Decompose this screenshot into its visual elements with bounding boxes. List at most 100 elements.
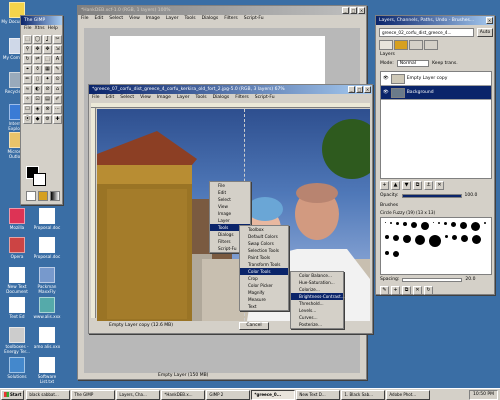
desktop-icon[interactable]: Opera [0,237,34,259]
color-picker-icon[interactable]: ⌖ [23,65,32,74]
brush-swatch[interactable] [411,222,417,228]
duplicate-layer-icon[interactable]: ⧉ [413,181,422,190]
minimize-icon[interactable]: _ [342,7,349,14]
layers-titlebar[interactable]: Layers, Channels, Paths, Undo - Brushes.… [376,16,494,25]
taskbar-button[interactable]: 1. Black Sab... [341,389,386,400]
menu-file[interactable]: File [81,15,89,23]
menu-item-hue-saturation[interactable]: Hue-Saturation... [291,279,343,286]
desktop-icon[interactable]: New Text Document [0,267,34,294]
new-brush-icon[interactable]: + [391,286,400,295]
fuzzy-select-icon[interactable]: ⚲ [23,45,32,54]
menu-image[interactable]: Image [146,15,160,23]
brush-swatch[interactable] [403,235,411,243]
eraser-icon[interactable]: ▯ [33,75,42,84]
opacity-value[interactable]: 100.0 [465,193,478,198]
brush-swatch[interactable] [445,235,448,238]
taskbar-button[interactable]: GIMP 2 [206,389,251,400]
menu-item-color-balance[interactable]: Color Balance... [291,272,343,279]
menu-item-selection-tools[interactable]: Selection Tools [240,247,288,254]
back-window-titlebar[interactable]: *HankDEB.xcf-1.0 (RGB, 1 layers) 100% _ □… [78,6,366,15]
taskbar-button[interactable]: New Text D... [296,389,341,400]
brush-swatch[interactable] [403,222,407,226]
menu-file[interactable]: File [24,25,32,33]
fuzzy-icon[interactable]: ◆ [33,115,42,124]
layers-dialog[interactable]: Layers, Channels, Paths, Undo - Brushes.… [375,15,495,295]
brush-swatch[interactable] [471,222,480,231]
menu-filters[interactable]: Filters [235,94,249,102]
menu-layer[interactable]: Layer [166,15,179,23]
brush-swatch[interactable] [444,222,447,225]
brush-swatch[interactable] [484,222,486,224]
rotate-icon[interactable]: ↻ [23,55,32,64]
tab-layers-icon[interactable] [379,40,393,50]
measure-icon[interactable]: ⊡ [33,95,42,104]
desktop-icon[interactable]: www.alis.xxx [30,297,64,319]
menu-item-colorize[interactable]: Colorize... [291,286,343,293]
crop-icon[interactable]: ✥ [43,45,52,54]
menu-item-toolbox[interactable]: Toolbox [240,226,288,233]
menu-item-paint-tools[interactable]: Paint Tools [240,254,288,261]
scale-icon[interactable]: ⇲ [53,45,62,54]
menu-item-text[interactable]: Text [240,303,288,310]
desktop-icon[interactable]: Software List.txt [30,357,64,384]
duplicate-brush-icon[interactable]: ⧉ [402,286,411,295]
menu-item-view[interactable]: View [210,203,250,210]
brush-swatch[interactable] [452,235,457,240]
taskbar-button[interactable]: Layers, Cha... [116,389,161,400]
path-icon[interactable]: ✧ [23,95,32,104]
ellipse-select-icon[interactable]: ◯ [33,35,42,44]
delete-brush-icon[interactable]: ✕ [413,286,422,295]
pattern-indicator[interactable] [38,191,48,201]
keep-trans-checkbox[interactable]: Keep trans. [432,61,458,66]
new-layer-icon[interactable]: + [380,181,389,190]
start-button[interactable]: Start [1,389,25,400]
plus-icon[interactable]: ✚ [53,115,62,124]
brush-swatch[interactable] [393,251,399,257]
desktop-icon[interactable]: Mozilla [0,208,34,230]
refresh-brush-icon[interactable]: ↻ [424,286,433,295]
desktop-icon[interactable]: toolboxes - Energy Ter... [0,327,34,354]
menu-script-fu[interactable]: Script-Fu [255,94,275,102]
gear-icon[interactable]: ⚙ [43,115,52,124]
mode-select[interactable]: Normal [396,60,430,67]
raise-layer-icon[interactable]: ▲ [391,181,400,190]
pencil-icon[interactable]: ✎ [53,65,62,74]
spacing-slider[interactable] [402,278,463,282]
spacing-value[interactable]: 20.0 [465,277,475,282]
brush-swatch[interactable] [472,235,481,244]
menu-item-layer[interactable]: Layer [210,217,250,224]
brush-swatch[interactable] [393,235,399,241]
menu-xtns[interactable]: Xtns [35,25,45,33]
dodge-icon[interactable]: ⊘ [43,85,52,94]
auto-button[interactable]: Auto [477,28,493,37]
brush-swatch[interactable] [385,251,389,255]
taskbar-button[interactable]: Adobe Phot... [386,389,431,400]
brush-indicator[interactable] [26,191,36,201]
clone-icon[interactable]: ≈ [23,85,32,94]
eye-icon[interactable]: 👁 [383,90,389,95]
delete-layer-icon[interactable]: ✕ [435,181,444,190]
bucket-fill-icon[interactable]: ⚱ [33,65,42,74]
menu-item-curves[interactable]: Curves... [291,314,343,321]
brush-swatch[interactable] [396,222,399,225]
close-icon[interactable]: × [486,17,493,24]
taskbar-button[interactable]: The GIMP [71,389,116,400]
brush-swatch[interactable] [421,222,429,230]
tab-paths-icon[interactable] [409,40,423,50]
menu-item-magnify[interactable]: Magnify [240,289,288,296]
rect-select-icon[interactable]: ⬚ [23,35,32,44]
gradient-indicator[interactable] [50,191,60,201]
heal-icon[interactable]: ✐ [53,95,62,104]
brush-grid[interactable] [380,217,492,275]
background-color[interactable] [33,173,46,186]
brush-swatch[interactable] [451,222,456,227]
perspective-icon[interactable]: ⬚ [43,55,52,64]
edit-brush-icon[interactable]: ✎ [380,286,389,295]
menu-item-edit[interactable]: Edit [210,189,250,196]
tab-undo-icon[interactable] [424,40,438,50]
taskbar-button[interactable]: black sabbat... [26,389,71,400]
menu-tools[interactable]: Tools [184,15,195,23]
gradient-icon[interactable]: ▦ [43,65,52,74]
ink-icon[interactable]: ⊙ [53,75,62,84]
scissors-icon[interactable]: ✂ [53,35,62,44]
